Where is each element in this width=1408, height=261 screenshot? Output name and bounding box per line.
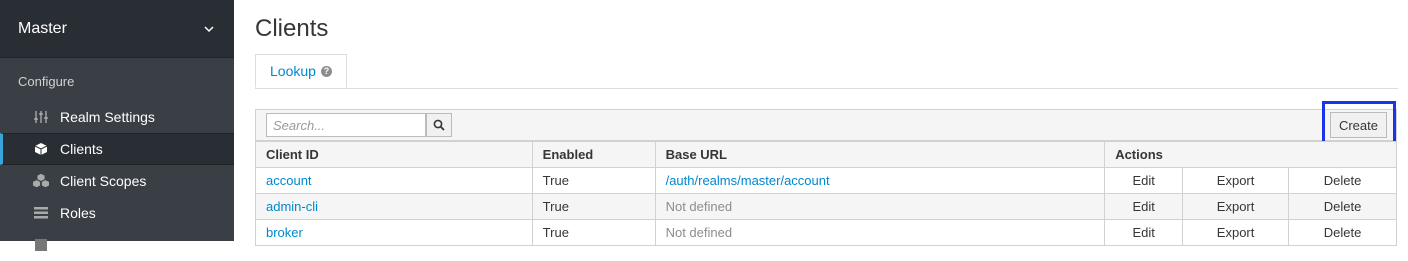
table-toolbar: Create xyxy=(255,109,1397,141)
cubes-icon xyxy=(33,173,49,189)
sidebar-item-label: Client Scopes xyxy=(60,173,147,189)
main-content: Clients Lookup ? Create Client ID Enable… xyxy=(234,0,1408,246)
enabled-cell: True xyxy=(531,167,656,194)
column-header-base-url: Base URL xyxy=(654,141,1106,168)
sidebar-item-roles[interactable]: Roles xyxy=(0,197,234,229)
sidebar-item-client-scopes[interactable]: Client Scopes xyxy=(0,165,234,197)
base-url-cell: Not defined xyxy=(654,219,1106,246)
column-header-client-id: Client ID xyxy=(255,141,533,168)
section-title-configure: Configure xyxy=(18,74,75,89)
export-button[interactable]: Export xyxy=(1182,219,1290,246)
delete-button[interactable]: Delete xyxy=(1288,219,1397,246)
sidebar-item-clients[interactable]: Clients xyxy=(0,133,234,165)
chevron-down-icon xyxy=(204,25,214,32)
enabled-cell: True xyxy=(531,219,656,246)
realm-selector[interactable]: Master xyxy=(0,0,234,58)
search-input[interactable] xyxy=(266,113,426,137)
column-header-actions: Actions xyxy=(1104,141,1397,168)
table-row: broker True Not defined Edit Export Dele… xyxy=(255,219,1397,246)
sliders-icon xyxy=(33,109,49,125)
export-button[interactable]: Export xyxy=(1182,167,1290,194)
table-row: admin-cli True Not defined Edit Export D… xyxy=(255,193,1397,220)
realm-name: Master xyxy=(18,19,67,37)
search-button[interactable] xyxy=(426,113,452,137)
tab-lookup[interactable]: Lookup ? xyxy=(255,54,347,88)
base-url-link[interactable]: /auth/realms/master/account xyxy=(654,167,1106,194)
clients-table: Client ID Enabled Base URL Actions accou… xyxy=(255,141,1397,246)
delete-button[interactable]: Delete xyxy=(1288,167,1397,194)
item-icon xyxy=(33,237,49,253)
edit-button[interactable]: Edit xyxy=(1104,167,1184,194)
base-url-cell: Not defined xyxy=(654,193,1106,220)
client-id-link[interactable]: account xyxy=(255,167,533,194)
sidebar-item-partial[interactable] xyxy=(0,229,234,261)
edit-button[interactable]: Edit xyxy=(1104,219,1184,246)
page-title: Clients xyxy=(255,15,329,42)
sidebar-item-label: Roles xyxy=(60,205,96,221)
tab-bar: Lookup ? xyxy=(255,54,1398,89)
help-icon[interactable]: ? xyxy=(320,65,332,77)
tab-label: Lookup xyxy=(270,63,316,79)
delete-button[interactable]: Delete xyxy=(1288,193,1397,220)
enabled-cell: True xyxy=(531,193,656,220)
client-id-link[interactable]: admin-cli xyxy=(255,193,533,220)
table-header-row: Client ID Enabled Base URL Actions xyxy=(255,141,1397,168)
client-id-link[interactable]: broker xyxy=(255,219,533,246)
cube-icon xyxy=(33,141,49,157)
table-row: account True /auth/realms/master/account… xyxy=(255,167,1397,194)
sidebar: Master Configure Realm Settings Clients xyxy=(0,0,234,251)
column-header-enabled: Enabled xyxy=(531,141,656,168)
sidebar-item-realm-settings[interactable]: Realm Settings xyxy=(0,101,234,133)
sidebar-item-label: Realm Settings xyxy=(60,109,155,125)
export-button[interactable]: Export xyxy=(1182,193,1290,220)
create-button[interactable]: Create xyxy=(1329,112,1387,138)
list-icon xyxy=(33,205,49,221)
edit-button[interactable]: Edit xyxy=(1104,193,1184,220)
search-icon xyxy=(433,119,445,131)
sidebar-item-label: Clients xyxy=(60,141,103,157)
